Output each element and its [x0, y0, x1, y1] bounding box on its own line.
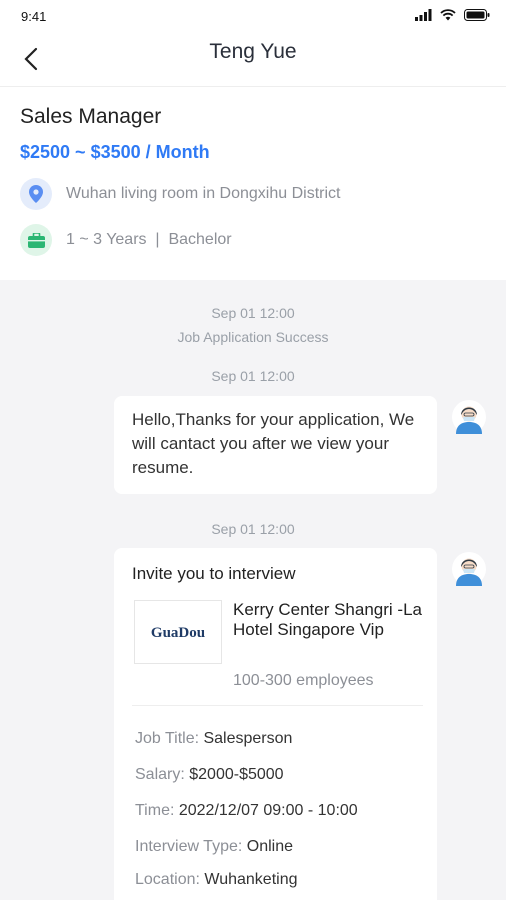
- status-icons: [415, 9, 490, 21]
- message-bubble[interactable]: Hello,Thanks for your application, We wi…: [114, 396, 437, 494]
- signal-icon: [415, 9, 432, 21]
- detail-location: Location: Wuhanketing: [135, 871, 298, 889]
- company-size: 100-300 employees: [233, 672, 374, 689]
- invite-title: Invite you to interview: [132, 564, 296, 583]
- detail-label: Salary:: [135, 766, 185, 783]
- detail-value: Wuhanketing: [204, 871, 298, 888]
- detail-salary: Salary: $2000-$5000: [135, 766, 284, 784]
- detail-label: Location:: [135, 871, 200, 888]
- detail-label: Job Title:: [135, 730, 200, 747]
- recruiter-avatar[interactable]: [452, 552, 486, 586]
- status-bar: 9:41: [0, 0, 506, 34]
- detail-value: 2022/12/07 09:00 - 10:00: [178, 802, 358, 819]
- job-title: Sales Manager: [20, 105, 162, 128]
- detail-label: Time:: [135, 802, 175, 819]
- wifi-icon: [440, 9, 456, 21]
- detail-interview-type: Interview Type: Online: [135, 838, 293, 856]
- detail-value: $2000-$5000: [189, 766, 284, 783]
- chat-area[interactable]: Sep 01 12:00 Job Application Success Sep…: [0, 280, 506, 900]
- battery-icon: [464, 9, 490, 21]
- detail-label: Interview Type:: [135, 838, 243, 855]
- company-logo-text: GuaDou: [151, 625, 205, 641]
- detail-value: Online: [246, 838, 294, 855]
- system-message: Job Application Success: [177, 329, 329, 345]
- job-location-row: Wuhan living room in Dongxihu District: [20, 177, 340, 211]
- recruiter-avatar[interactable]: [452, 400, 486, 434]
- job-requirements-row: 1 ~ 3 Years | Bachelor: [20, 223, 232, 257]
- detail-value: Salesperson: [203, 730, 293, 747]
- timestamp: Sep 01 12:00: [211, 368, 295, 384]
- timestamp: Sep 01 12:00: [211, 305, 295, 321]
- detail-job-title: Job Title: Salesperson: [135, 730, 292, 748]
- company-logo-mark: GuaDou: [151, 625, 205, 641]
- job-requirements: 1 ~ 3 Years | Bachelor: [66, 231, 232, 248]
- job-salary: $2500 ~ $3500 / Month: [20, 142, 210, 162]
- detail-time: Time: 2022/12/07 09:00 - 10:00: [135, 802, 358, 820]
- card-divider: [132, 705, 423, 706]
- message-text: Hello,Thanks for your application, We wi…: [132, 410, 415, 477]
- company-name: Kerry Center Shangri -La Hotel Singapore…: [233, 600, 422, 639]
- status-time: 9:41: [21, 9, 47, 24]
- nav-bar: Teng Yue: [0, 34, 506, 87]
- job-location: Wuhan living room in Dongxihu District: [66, 185, 341, 202]
- timestamp: Sep 01 12:00: [211, 521, 295, 537]
- company-logo: GuaDou: [134, 600, 222, 664]
- location-pin-icon: [20, 178, 52, 210]
- page-title: Teng Yue: [209, 40, 297, 63]
- job-summary[interactable]: Sales Manager $2500 ~ $3500 / Month Wuha…: [0, 87, 506, 280]
- briefcase-icon: [20, 224, 52, 256]
- interview-invite-card[interactable]: Invite you to interview GuaDou Kerry Cen…: [114, 548, 437, 900]
